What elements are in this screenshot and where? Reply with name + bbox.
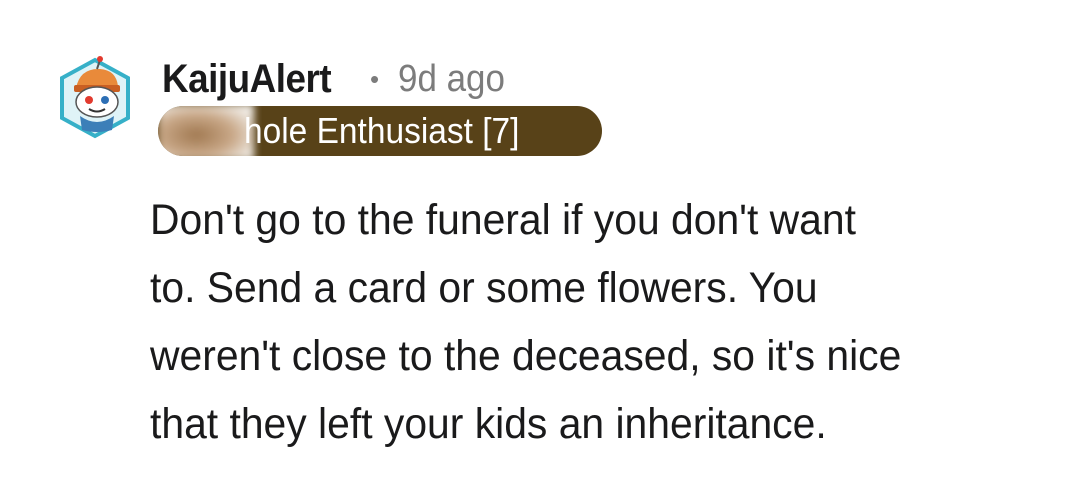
- comment-author[interactable]: KaijuAlert: [162, 55, 332, 103]
- comment: KaijuAlert • 9d ago hole Enthusiast [7] …: [0, 0, 1080, 486]
- flair-text: hole Enthusiast [7]: [244, 110, 520, 151]
- flair-redaction-blur: [158, 106, 254, 156]
- comment-body: Don't go to the funeral if you don't wan…: [150, 196, 902, 448]
- meta-separator: •: [370, 64, 380, 94]
- comment-timestamp: 9d ago: [398, 58, 505, 100]
- user-flair-badge: hole Enthusiast [7]: [158, 106, 602, 156]
- user-avatar-icon[interactable]: [56, 54, 134, 142]
